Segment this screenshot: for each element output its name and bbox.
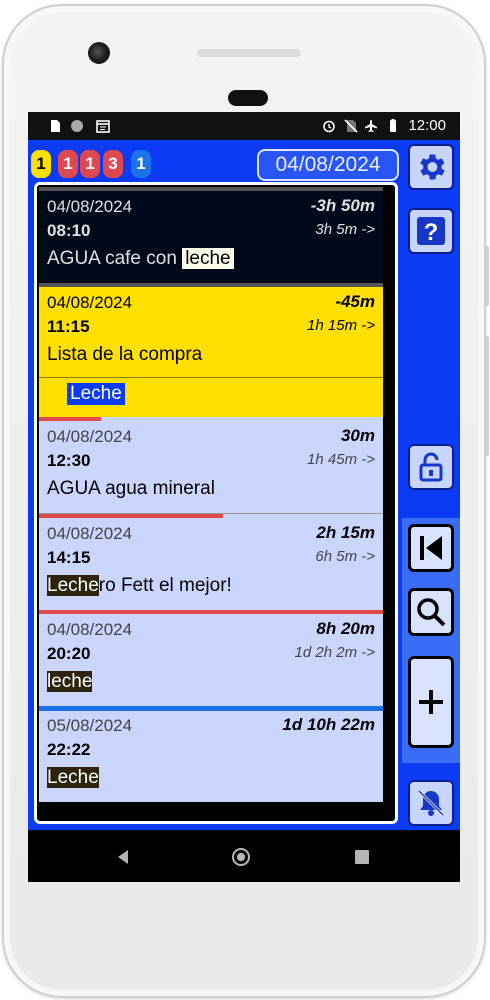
- add-button[interactable]: [408, 656, 454, 748]
- search-highlight: Leche: [47, 767, 99, 788]
- power-button: [484, 246, 489, 306]
- list-item[interactable]: 04/08/2024 8h 20m 20:20 1d 2h 2m -> lech…: [39, 610, 383, 706]
- top-speaker: [197, 49, 301, 57]
- list-item[interactable]: 04/08/2024 2h 15m 14:15 6h 5m -> Lechero…: [39, 514, 383, 610]
- search-button[interactable]: [408, 588, 454, 636]
- entry-duration: -3h 50m: [310, 196, 375, 215]
- entry-time: 20:20: [47, 644, 91, 663]
- count-badge-blue[interactable]: 1: [131, 150, 151, 178]
- earpiece: [228, 90, 268, 106]
- entry-title: Leche: [47, 767, 99, 789]
- list-item[interactable]: 04/08/2024 30m 12:30 1h 45m -> AGUA agua…: [39, 417, 383, 513]
- status-time: 12:00: [408, 117, 446, 134]
- entry-date: 04/08/2024: [47, 427, 133, 446]
- search-highlight: leche: [182, 248, 234, 269]
- help-button[interactable]: ?: [408, 208, 454, 254]
- svg-text:?: ?: [424, 219, 439, 246]
- entry-duration: 8h 20m: [316, 619, 375, 638]
- volume-button: [484, 336, 489, 456]
- entry-title-text: ro Fett el mejor!: [98, 575, 232, 596]
- list-divider: [39, 377, 383, 378]
- circle-icon: [71, 120, 83, 132]
- count-badge-red-1[interactable]: 1: [58, 150, 78, 178]
- search-highlight: Leche: [47, 575, 99, 596]
- entry-title: Lista de la compra: [47, 344, 203, 365]
- notifications-off-button[interactable]: [408, 780, 454, 826]
- list-item[interactable]: 04/08/2024 -45m 11:15 1h 15m -> Lista de…: [39, 283, 383, 417]
- entry-subtext: 1h 45m ->: [307, 451, 375, 468]
- entry-time: 14:15: [47, 548, 91, 567]
- gear-icon: [420, 154, 445, 180]
- entry-duration: -45m: [335, 292, 375, 311]
- unlock-button[interactable]: [408, 444, 454, 490]
- plus-icon: [419, 690, 443, 714]
- help-icon: ?: [417, 217, 445, 246]
- progress-bar: [39, 283, 383, 287]
- progress-bar: [39, 706, 383, 711]
- entry-subtext: 3h 5m ->: [315, 221, 375, 238]
- list-item[interactable]: 04/08/2024 -3h 50m 08:10 3h 5m -> AGUA c…: [39, 187, 383, 283]
- skip-first-icon: [420, 536, 442, 560]
- entry-date: 04/08/2024: [47, 197, 133, 216]
- count-badge-yellow[interactable]: 1: [31, 150, 51, 178]
- status-bar: 12:00: [28, 112, 460, 140]
- no-sim-icon: [344, 119, 358, 133]
- entry-date: 05/08/2024: [47, 716, 133, 735]
- app-container: 1 1 1 3 1 04/08/2024 ? 04/08/2024 -3h 50…: [28, 140, 460, 830]
- entry-title: AGUA cafe con leche: [47, 248, 234, 270]
- entries-list[interactable]: 04/08/2024 -3h 50m 08:10 3h 5m -> AGUA c…: [34, 182, 398, 824]
- back-icon[interactable]: [118, 850, 128, 864]
- entry-subtext: 1h 15m ->: [307, 317, 375, 334]
- entry-subtext: 1d 2h 2m ->: [294, 644, 375, 661]
- progress-bar: [39, 514, 223, 518]
- list-item[interactable]: 05/08/2024 1d 10h 22m 22:22 Leche: [39, 706, 383, 802]
- entry-duration: 2h 15m: [316, 523, 375, 542]
- entry-extra-line: Leche: [67, 383, 125, 405]
- unlock-icon: [419, 452, 443, 482]
- front-camera: [88, 42, 110, 64]
- entry-date: 04/08/2024: [47, 293, 133, 312]
- entry-date: 04/08/2024: [47, 524, 133, 543]
- entry-title: AGUA agua mineral: [47, 478, 215, 499]
- entry-time: 08:10: [47, 221, 91, 240]
- entry-title: Lechero Fett el mejor!: [47, 575, 232, 597]
- progress-bar: [39, 187, 383, 191]
- count-badge-red-2[interactable]: 1: [80, 150, 100, 178]
- count-badge-red-3[interactable]: 3: [103, 150, 123, 178]
- sd-card-icon: [51, 120, 60, 132]
- first-page-button[interactable]: [408, 524, 454, 572]
- battery-icon: [390, 119, 396, 132]
- entry-time: 22:22: [47, 740, 91, 759]
- progress-bar: [39, 610, 383, 614]
- search-highlight: leche: [47, 671, 93, 692]
- entry-title-text: AGUA cafe con: [47, 248, 183, 269]
- entry-time: 12:30: [47, 451, 91, 470]
- navigation-bar: [28, 830, 460, 882]
- calendar-icon: [96, 120, 110, 133]
- entry-title: leche: [47, 671, 93, 693]
- home-icon[interactable]: [232, 848, 250, 866]
- date-selector[interactable]: 04/08/2024: [257, 149, 399, 181]
- recents-icon[interactable]: [355, 850, 369, 864]
- entry-duration: 30m: [340, 426, 375, 445]
- screen: 12:00 1 1 1 3 1 04/08/2024 ? 04/08/2024 …: [28, 112, 460, 882]
- entry-time: 11:15: [47, 317, 90, 336]
- bell-off-icon: [417, 789, 445, 817]
- settings-button[interactable]: [408, 144, 454, 190]
- airplane-icon: [365, 120, 377, 132]
- entry-subtext: 6h 5m ->: [315, 548, 375, 565]
- alarm-icon: [323, 120, 335, 133]
- search-icon: [417, 598, 446, 627]
- entry-duration: 1d 10h 22m: [282, 715, 375, 734]
- progress-bar: [39, 417, 101, 421]
- entry-date: 04/08/2024: [47, 620, 133, 639]
